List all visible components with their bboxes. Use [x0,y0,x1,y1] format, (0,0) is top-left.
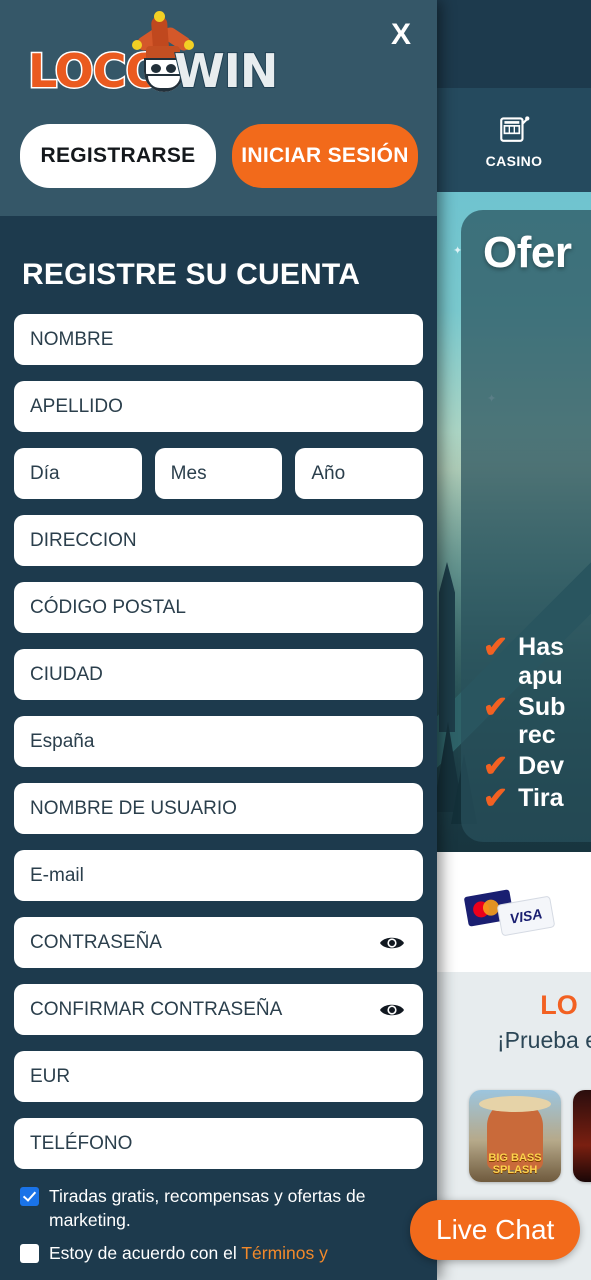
input-label: NOMBRE [30,328,114,350]
input-label: Día [30,462,60,484]
check-icon: ✔ [483,631,509,664]
tower-graphic [439,562,455,732]
offer-bullet: ✔ Tira [483,784,565,814]
input-label: DIRECCION [30,529,137,551]
payment-methods-strip: VISA [437,852,591,972]
offer-bullet-text: Has apu [518,633,565,690]
select-day[interactable]: Día [14,448,142,499]
brand-logo[interactable]: LOCO WIN [27,11,279,98]
offer-bullet-list: ✔ Has apu ✔ Sub rec ✔ Dev ✔ Tira [483,633,565,814]
offer-card: Ofer ✔ Has apu ✔ Sub rec ✔ Dev ✔ Tira [461,210,591,842]
input-phone[interactable]: TELÉFONO [14,1118,423,1169]
nav-item-label: CASINO [485,153,543,169]
check-icon: ✔ [483,782,509,815]
input-first-name[interactable]: NOMBRE [14,314,423,365]
register-button[interactable]: REGISTRARSE [20,124,216,188]
offer-bullet-text: Sub rec [518,692,566,750]
input-last-name[interactable]: APELLIDO [14,381,423,432]
checkbox-marketing-consent[interactable] [20,1187,39,1206]
promo-game-list: BIG BASS SPLASH [437,1090,591,1182]
modal-body: REGISTRE SU CUENTA NOMBRE APELLIDO Día M… [0,258,437,1266]
brand-logo-win: WIN [173,44,279,98]
promo-subtitle: ¡Prueba es [497,1027,591,1053]
input-username[interactable]: NOMBRE DE USUARIO [14,783,423,834]
input-label: CÓDIGO POSTAL [30,596,186,618]
payment-card-icons: VISA [463,889,562,936]
live-chat-button[interactable]: Live Chat [410,1200,581,1260]
auth-buttons: REGISTRARSE INICIAR SESIÓN [20,124,418,188]
input-password[interactable]: CONTRASEÑA [14,917,423,968]
date-of-birth-row: Día Mes Año [14,448,424,499]
offer-bullet: ✔ Has apu [483,633,565,691]
input-label: España [30,730,95,752]
checkbox-terms-consent[interactable] [20,1244,39,1264]
offer-bullet: ✔ Sub rec [483,690,566,751]
input-address[interactable]: DIRECCION [14,515,423,566]
consent-checkboxes: Tiradas gratis, recompensas y ofertas de… [20,1185,423,1266]
checkbox-row-terms[interactable]: Estoy de acuerdo con el Términos y [20,1242,423,1266]
check-icon: ✔ [483,750,509,783]
offer-title: Ofer [483,228,572,277]
page-title: REGISTRE SU CUENTA [22,258,361,291]
input-label: APELLIDO [30,395,123,417]
game-tile[interactable] [573,1090,591,1182]
input-label: E-mail [30,864,84,886]
checkbox-label: Estoy de acuerdo con el Términos y [49,1242,328,1266]
check-icon: ✔ [483,690,509,724]
checkbox-label-prefix: Estoy de acuerdo con el [49,1243,242,1264]
input-label: NOMBRE DE USUARIO [30,797,237,819]
select-year[interactable]: Año [295,448,424,499]
input-confirm-password[interactable]: CONFIRMAR CONTRASEÑA [14,984,423,1035]
offer-banner: ✦ ✦ Ofer ✔ Hasapu ✔ Subrec ✔ Dev [437,192,591,852]
login-button[interactable]: INICIAR SESIÓN [232,124,418,188]
input-email[interactable]: E-mail [14,850,423,901]
input-city[interactable]: CIUDAD [14,649,423,700]
visa-label: VISA [508,905,544,927]
eye-icon[interactable] [379,934,405,952]
input-label: CONFIRMAR CONTRASEÑA [30,998,283,1020]
input-label: TELÉFONO [30,1132,133,1154]
select-month[interactable]: Mes [154,448,283,499]
select-country[interactable]: España [14,716,423,767]
offer-bullet: ✔ Dev [483,752,565,782]
game-tile[interactable]: BIG BASS SPLASH [469,1090,561,1182]
slot-machine-icon [500,116,530,142]
game-tile-label: BIG BASS SPLASH [488,1152,542,1176]
input-label: Mes [170,462,207,484]
nav-item-casino[interactable]: CASINO [438,111,591,169]
eye-icon[interactable] [379,1001,405,1019]
checkbox-row-marketing[interactable]: Tiradas gratis, recompensas y ofertas de… [20,1185,423,1232]
promo-title: LO [540,990,578,1020]
input-label: Año [311,462,346,484]
input-postal-code[interactable]: CÓDIGO POSTAL [14,582,423,633]
terms-link[interactable]: Términos y [241,1243,328,1263]
checkbox-label: Tiradas gratis, recompensas y ofertas de… [49,1186,366,1230]
registration-modal: X LOCO WIN REGISTRARSE INICIAR SESIÓN RE… [0,0,437,1280]
input-label: EUR [30,1065,71,1087]
offer-bullet-text: Tira [518,784,564,812]
input-label: CONTRASEÑA [30,931,162,953]
close-icon[interactable]: X [391,20,411,50]
select-currency[interactable]: EUR [14,1051,423,1102]
input-label: CIUDAD [30,663,103,685]
offer-bullet-text: Dev [518,752,565,780]
modal-header: X LOCO WIN REGISTRARSE INICIAR SESIÓN [0,0,437,216]
screen-root: LOC CASINO ✦ ✦ [0,0,591,1280]
